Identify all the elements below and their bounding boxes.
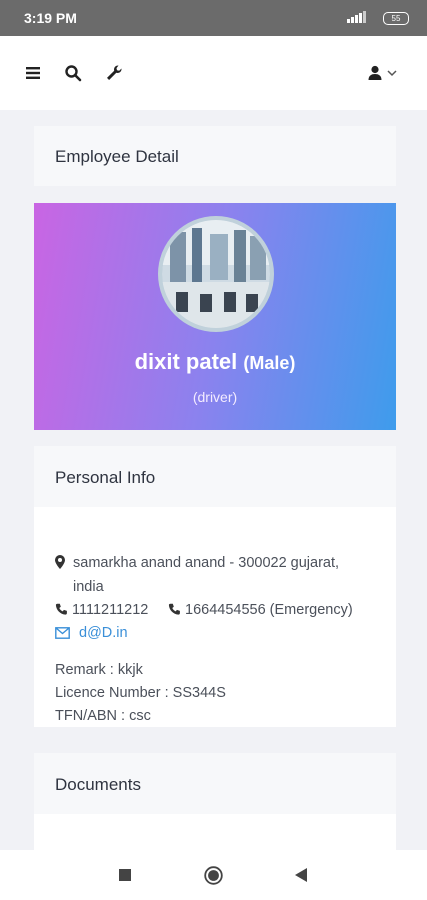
emergency-phone-icon [168,603,180,615]
profile-card: dixit patel (Male) (driver) [34,203,396,430]
employee-role: (driver) [192,389,238,405]
documents-body [34,814,396,850]
employee-gender: (Male) [243,353,296,373]
chevron-down-icon[interactable] [386,64,398,82]
personal-info-title: Personal Info [55,468,156,487]
top-toolbar [0,36,427,110]
email-icon [55,627,70,639]
personal-info-header: Personal Info [34,446,396,507]
emergency-phone-number[interactable]: 1664454556 (Emergency) [185,602,353,618]
address-line-2: india [73,579,104,595]
status-time: 3:19 PM [24,10,77,26]
wrench-icon[interactable] [105,64,123,82]
email-link[interactable]: d@D.in [79,625,128,641]
phone-number[interactable]: 1111211212 [72,602,148,618]
documents-header: Documents [34,753,396,814]
status-bar: 3:19 PM 55 [0,0,427,36]
employee-name: dixit patel (Male) [34,349,396,375]
employee-name-text: dixit patel [134,349,238,374]
employee-detail-header: Employee Detail [34,126,396,186]
documents-title: Documents [55,775,141,794]
menu-icon[interactable] [24,64,42,82]
avatar [158,216,274,332]
signal-icon [347,11,366,23]
remark-text: Remark : kkjk [55,662,143,678]
page-title: Employee Detail [55,147,179,166]
map-marker-icon [55,555,65,569]
home-icon[interactable] [204,866,223,885]
android-nav-bar [0,850,427,900]
user-icon[interactable] [366,64,384,82]
licence-number: Licence Number : SS344S [55,685,226,701]
recent-apps-icon[interactable] [119,869,131,881]
tfn-abn: TFN/ABN : csc [55,708,151,724]
battery-icon: 55 [383,12,409,25]
phone-icon [55,603,67,615]
search-icon[interactable] [64,64,82,82]
back-icon[interactable] [295,868,307,882]
personal-info-body: samarkha anand anand - 300022 gujarat, i… [34,507,396,727]
address-line-1: samarkha anand anand - 300022 gujarat, [73,555,340,571]
